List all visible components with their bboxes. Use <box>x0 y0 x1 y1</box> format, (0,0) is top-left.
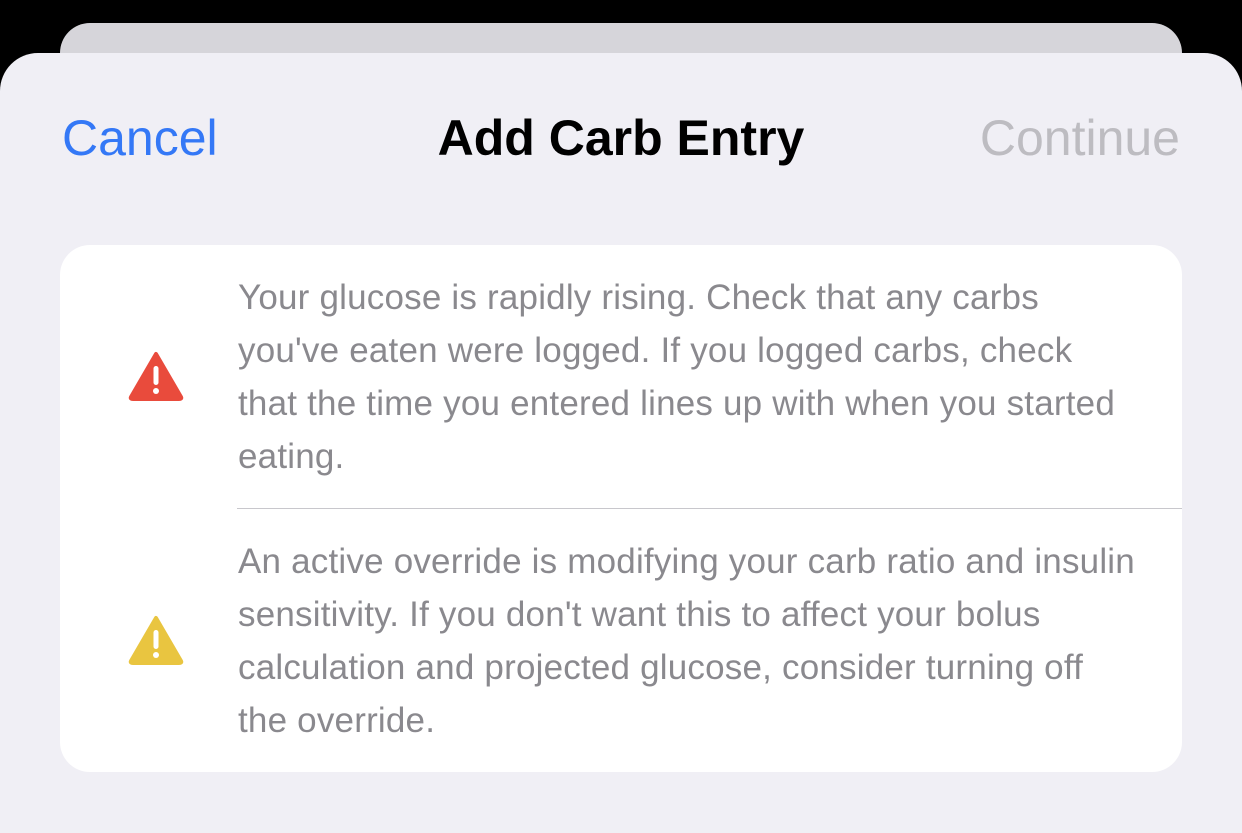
critical-warning-icon <box>128 352 184 401</box>
warning-message: Your glucose is rapidly rising. Check th… <box>238 278 1115 476</box>
warning-row-active-override: An active override is modifying your car… <box>60 509 1182 772</box>
continue-button[interactable]: Continue <box>980 106 1180 170</box>
warnings-card: Your glucose is rapidly rising. Check th… <box>60 245 1182 772</box>
caution-warning-icon <box>128 616 184 665</box>
warning-message: An active override is modifying your car… <box>238 542 1135 740</box>
warning-row-glucose-rising: Your glucose is rapidly rising. Check th… <box>60 245 1182 508</box>
